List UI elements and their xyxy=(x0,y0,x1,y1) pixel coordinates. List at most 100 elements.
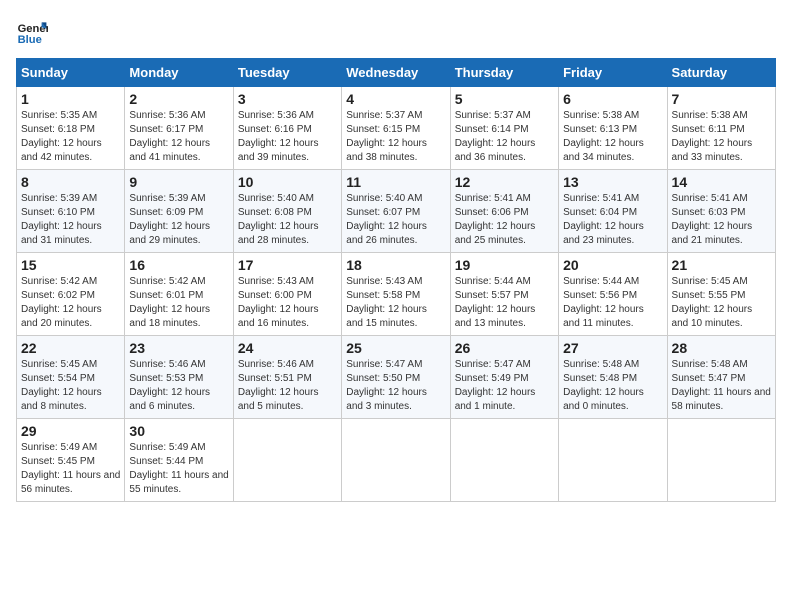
calendar-cell: 7 Sunrise: 5:38 AMSunset: 6:11 PMDayligh… xyxy=(667,87,775,170)
day-info: Sunrise: 5:37 AMSunset: 6:14 PMDaylight:… xyxy=(455,109,554,165)
day-info: Sunrise: 5:39 AMSunset: 6:10 PMDaylight:… xyxy=(21,192,120,248)
weekday-header-thursday: Thursday xyxy=(450,59,558,87)
weekday-header-sunday: Sunday xyxy=(17,59,125,87)
day-number: 3 xyxy=(238,91,337,107)
day-number: 30 xyxy=(129,423,228,439)
day-number: 5 xyxy=(455,91,554,107)
calendar-cell: 16 Sunrise: 5:42 AMSunset: 6:01 PMDaylig… xyxy=(125,253,233,336)
logo: General Blue xyxy=(16,16,52,48)
calendar-cell: 28 Sunrise: 5:48 AMSunset: 5:47 PMDaylig… xyxy=(667,336,775,419)
day-number: 26 xyxy=(455,340,554,356)
calendar-cell: 15 Sunrise: 5:42 AMSunset: 6:02 PMDaylig… xyxy=(17,253,125,336)
header: General Blue xyxy=(16,16,776,48)
day-info: Sunrise: 5:35 AMSunset: 6:18 PMDaylight:… xyxy=(21,109,120,165)
calendar-cell: 2 Sunrise: 5:36 AMSunset: 6:17 PMDayligh… xyxy=(125,87,233,170)
day-number: 10 xyxy=(238,174,337,190)
day-info: Sunrise: 5:46 AMSunset: 5:53 PMDaylight:… xyxy=(129,358,228,414)
day-number: 6 xyxy=(563,91,662,107)
calendar-cell: 21 Sunrise: 5:45 AMSunset: 5:55 PMDaylig… xyxy=(667,253,775,336)
calendar-cell xyxy=(667,419,775,502)
calendar-cell: 25 Sunrise: 5:47 AMSunset: 5:50 PMDaylig… xyxy=(342,336,450,419)
calendar-cell: 14 Sunrise: 5:41 AMSunset: 6:03 PMDaylig… xyxy=(667,170,775,253)
day-number: 16 xyxy=(129,257,228,273)
calendar-cell: 22 Sunrise: 5:45 AMSunset: 5:54 PMDaylig… xyxy=(17,336,125,419)
calendar-cell: 30 Sunrise: 5:49 AMSunset: 5:44 PMDaylig… xyxy=(125,419,233,502)
day-info: Sunrise: 5:38 AMSunset: 6:11 PMDaylight:… xyxy=(672,109,771,165)
weekday-header-row: SundayMondayTuesdayWednesdayThursdayFrid… xyxy=(17,59,776,87)
day-number: 20 xyxy=(563,257,662,273)
day-info: Sunrise: 5:47 AMSunset: 5:50 PMDaylight:… xyxy=(346,358,445,414)
calendar-cell: 29 Sunrise: 5:49 AMSunset: 5:45 PMDaylig… xyxy=(17,419,125,502)
day-info: Sunrise: 5:44 AMSunset: 5:56 PMDaylight:… xyxy=(563,275,662,331)
calendar-week-5: 29 Sunrise: 5:49 AMSunset: 5:45 PMDaylig… xyxy=(17,419,776,502)
weekday-header-saturday: Saturday xyxy=(667,59,775,87)
day-number: 24 xyxy=(238,340,337,356)
day-info: Sunrise: 5:41 AMSunset: 6:06 PMDaylight:… xyxy=(455,192,554,248)
calendar-cell xyxy=(450,419,558,502)
svg-text:Blue: Blue xyxy=(18,34,42,46)
calendar-week-2: 8 Sunrise: 5:39 AMSunset: 6:10 PMDayligh… xyxy=(17,170,776,253)
calendar-cell: 11 Sunrise: 5:40 AMSunset: 6:07 PMDaylig… xyxy=(342,170,450,253)
logo-icon: General Blue xyxy=(16,16,48,48)
day-number: 4 xyxy=(346,91,445,107)
day-info: Sunrise: 5:39 AMSunset: 6:09 PMDaylight:… xyxy=(129,192,228,248)
day-info: Sunrise: 5:42 AMSunset: 6:01 PMDaylight:… xyxy=(129,275,228,331)
calendar-cell: 17 Sunrise: 5:43 AMSunset: 6:00 PMDaylig… xyxy=(233,253,341,336)
day-number: 18 xyxy=(346,257,445,273)
day-info: Sunrise: 5:44 AMSunset: 5:57 PMDaylight:… xyxy=(455,275,554,331)
day-info: Sunrise: 5:40 AMSunset: 6:08 PMDaylight:… xyxy=(238,192,337,248)
calendar-cell: 9 Sunrise: 5:39 AMSunset: 6:09 PMDayligh… xyxy=(125,170,233,253)
day-number: 23 xyxy=(129,340,228,356)
day-info: Sunrise: 5:42 AMSunset: 6:02 PMDaylight:… xyxy=(21,275,120,331)
day-number: 9 xyxy=(129,174,228,190)
weekday-header-friday: Friday xyxy=(559,59,667,87)
day-number: 29 xyxy=(21,423,120,439)
day-info: Sunrise: 5:38 AMSunset: 6:13 PMDaylight:… xyxy=(563,109,662,165)
weekday-header-tuesday: Tuesday xyxy=(233,59,341,87)
day-number: 28 xyxy=(672,340,771,356)
calendar-cell: 1 Sunrise: 5:35 AMSunset: 6:18 PMDayligh… xyxy=(17,87,125,170)
day-info: Sunrise: 5:46 AMSunset: 5:51 PMDaylight:… xyxy=(238,358,337,414)
calendar-cell: 26 Sunrise: 5:47 AMSunset: 5:49 PMDaylig… xyxy=(450,336,558,419)
day-number: 13 xyxy=(563,174,662,190)
calendar-cell: 13 Sunrise: 5:41 AMSunset: 6:04 PMDaylig… xyxy=(559,170,667,253)
calendar-cell: 18 Sunrise: 5:43 AMSunset: 5:58 PMDaylig… xyxy=(342,253,450,336)
calendar-cell xyxy=(559,419,667,502)
day-info: Sunrise: 5:49 AMSunset: 5:45 PMDaylight:… xyxy=(21,441,120,497)
day-info: Sunrise: 5:40 AMSunset: 6:07 PMDaylight:… xyxy=(346,192,445,248)
calendar-week-1: 1 Sunrise: 5:35 AMSunset: 6:18 PMDayligh… xyxy=(17,87,776,170)
weekday-header-wednesday: Wednesday xyxy=(342,59,450,87)
calendar-cell: 23 Sunrise: 5:46 AMSunset: 5:53 PMDaylig… xyxy=(125,336,233,419)
day-info: Sunrise: 5:36 AMSunset: 6:16 PMDaylight:… xyxy=(238,109,337,165)
calendar-week-4: 22 Sunrise: 5:45 AMSunset: 5:54 PMDaylig… xyxy=(17,336,776,419)
day-number: 15 xyxy=(21,257,120,273)
day-info: Sunrise: 5:48 AMSunset: 5:48 PMDaylight:… xyxy=(563,358,662,414)
day-info: Sunrise: 5:47 AMSunset: 5:49 PMDaylight:… xyxy=(455,358,554,414)
calendar-cell: 10 Sunrise: 5:40 AMSunset: 6:08 PMDaylig… xyxy=(233,170,341,253)
day-info: Sunrise: 5:43 AMSunset: 6:00 PMDaylight:… xyxy=(238,275,337,331)
day-info: Sunrise: 5:45 AMSunset: 5:55 PMDaylight:… xyxy=(672,275,771,331)
day-number: 19 xyxy=(455,257,554,273)
day-info: Sunrise: 5:36 AMSunset: 6:17 PMDaylight:… xyxy=(129,109,228,165)
day-number: 12 xyxy=(455,174,554,190)
calendar-cell: 20 Sunrise: 5:44 AMSunset: 5:56 PMDaylig… xyxy=(559,253,667,336)
day-number: 21 xyxy=(672,257,771,273)
day-number: 2 xyxy=(129,91,228,107)
calendar-cell: 27 Sunrise: 5:48 AMSunset: 5:48 PMDaylig… xyxy=(559,336,667,419)
day-info: Sunrise: 5:48 AMSunset: 5:47 PMDaylight:… xyxy=(672,358,771,414)
day-info: Sunrise: 5:41 AMSunset: 6:04 PMDaylight:… xyxy=(563,192,662,248)
calendar-cell: 8 Sunrise: 5:39 AMSunset: 6:10 PMDayligh… xyxy=(17,170,125,253)
day-number: 22 xyxy=(21,340,120,356)
day-number: 8 xyxy=(21,174,120,190)
calendar-week-3: 15 Sunrise: 5:42 AMSunset: 6:02 PMDaylig… xyxy=(17,253,776,336)
day-info: Sunrise: 5:45 AMSunset: 5:54 PMDaylight:… xyxy=(21,358,120,414)
day-number: 14 xyxy=(672,174,771,190)
calendar-cell: 4 Sunrise: 5:37 AMSunset: 6:15 PMDayligh… xyxy=(342,87,450,170)
calendar-cell: 24 Sunrise: 5:46 AMSunset: 5:51 PMDaylig… xyxy=(233,336,341,419)
calendar-cell: 3 Sunrise: 5:36 AMSunset: 6:16 PMDayligh… xyxy=(233,87,341,170)
day-info: Sunrise: 5:43 AMSunset: 5:58 PMDaylight:… xyxy=(346,275,445,331)
calendar-cell xyxy=(342,419,450,502)
day-info: Sunrise: 5:49 AMSunset: 5:44 PMDaylight:… xyxy=(129,441,228,497)
day-number: 7 xyxy=(672,91,771,107)
calendar-cell xyxy=(233,419,341,502)
